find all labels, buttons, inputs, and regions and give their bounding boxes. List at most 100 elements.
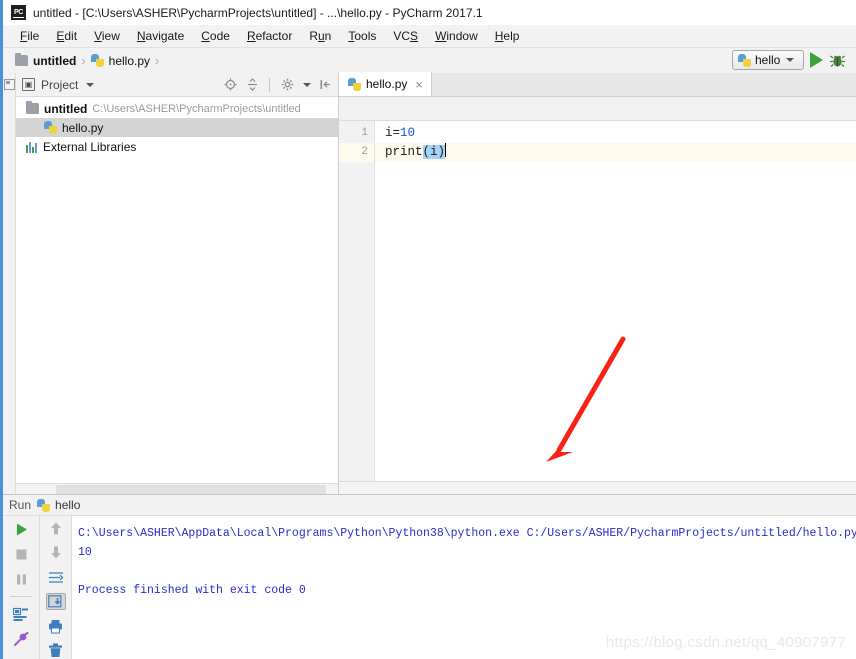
breadcrumb-project[interactable]: untitled (15, 53, 77, 68)
stop-button[interactable] (11, 545, 31, 563)
project-view-icon: ▣ (22, 78, 35, 91)
collapse-all-icon[interactable] (244, 77, 260, 93)
console-toggle-button[interactable] (11, 605, 31, 623)
python-file-icon (738, 53, 751, 67)
tree-item-hello-py[interactable]: hello.py (16, 118, 338, 137)
code-lines[interactable]: i=10 print(i) (375, 121, 856, 481)
debug-button[interactable] (829, 52, 846, 69)
toolbar-divider (269, 77, 270, 92)
code-line-2-prefix: print (385, 145, 423, 159)
console-exit-line: Process finished with exit code 0 (78, 584, 306, 597)
close-icon[interactable]: × (415, 77, 423, 92)
tree-item-external-libraries[interactable]: External Libraries (16, 137, 338, 156)
run-tab-bar: Run hello (3, 495, 856, 516)
python-file-icon (90, 54, 104, 67)
code-line-1-prefix: i= (385, 126, 401, 140)
menu-bar: File Edit View Navigate Code Refactor Ru… (3, 25, 856, 48)
project-panel-header: ▣ Project (16, 73, 338, 97)
clear-all-button[interactable] (46, 642, 66, 659)
hide-panel-icon[interactable] (317, 77, 333, 93)
text-caret (445, 143, 447, 157)
tree-item-project-root[interactable]: untitled C:\Users\ASHER\PycharmProjects\… (16, 99, 338, 118)
menu-item-view[interactable]: View (86, 27, 128, 45)
locate-file-icon[interactable] (222, 77, 238, 93)
breadcrumb-file-label: hello.py (108, 53, 151, 68)
folder-icon (26, 101, 39, 114)
project-tree: untitled C:\Users\ASHER\PycharmProjects\… (16, 97, 338, 483)
settings-gear-icon[interactable] (279, 77, 295, 93)
code-line-2[interactable]: print(i) (375, 143, 856, 162)
menu-item-vcs[interactable]: VCS (385, 27, 426, 45)
run-configuration-label: hello (755, 53, 781, 67)
code-line-1[interactable]: i=10 (375, 124, 856, 143)
project-stripe-icon[interactable] (4, 79, 15, 90)
chevron-down-icon (786, 58, 795, 62)
pause-button[interactable] (11, 570, 31, 588)
python-file-icon (37, 498, 51, 512)
python-file-icon (44, 121, 57, 134)
run-tab-hello[interactable]: hello (37, 498, 80, 512)
project-view-chevron-down-icon[interactable] (86, 82, 95, 87)
editor-area: hello.py × 1 2 i=10 print(i) (339, 72, 856, 494)
window-title: untitled - [C:\Users\ASHER\PycharmProjec… (33, 5, 483, 20)
libraries-icon (26, 141, 38, 153)
project-panel-title: Project (41, 77, 79, 92)
line-number: 1 (361, 127, 368, 139)
project-horizontal-scrollbar[interactable] (16, 483, 338, 494)
pycharm-window: PC untitled - [C:\Users\ASHER\PycharmPro… (0, 0, 856, 659)
python-file-icon (348, 77, 361, 91)
run-console-output[interactable]: C:\Users\ASHER\AppData\Local\Programs\Py… (72, 516, 856, 659)
menu-item-run[interactable]: Run (301, 27, 339, 45)
title-bar: PC untitled - [C:\Users\ASHER\PycharmPro… (3, 0, 856, 25)
soft-wrap-button[interactable] (46, 569, 66, 586)
run-configuration-selector[interactable]: hello (732, 50, 804, 70)
editor-gutter[interactable]: 1 2 (339, 121, 375, 481)
breadcrumb-file[interactable]: hello.py (90, 53, 151, 68)
scroll-down-button[interactable] (46, 544, 66, 561)
scrollbar-thumb[interactable] (56, 485, 326, 494)
code-line-2-selection: (i) (422, 145, 446, 159)
scroll-to-end-button[interactable] (45, 592, 66, 611)
tree-item-label: External Libraries (43, 139, 137, 154)
console-command-line: C:\Users\ASHER\AppData\Local\Programs\Py… (78, 527, 856, 540)
menu-item-tools[interactable]: Tools (340, 27, 384, 45)
menu-item-edit[interactable]: Edit (48, 27, 85, 45)
tree-item-label: untitled (44, 101, 88, 116)
run-toolbar: hello (732, 50, 846, 70)
menu-item-help[interactable]: Help (487, 27, 528, 45)
line-number: 2 (339, 143, 374, 162)
tree-item-label: hello.py (62, 120, 104, 135)
editor-breadcrumb-bar (339, 97, 856, 121)
menu-item-window[interactable]: Window (427, 27, 486, 45)
breadcrumb-separator: › (81, 53, 86, 68)
folder-icon (15, 53, 28, 66)
editor-horizontal-scrollbar[interactable] (339, 481, 856, 494)
tree-item-path: C:\Users\ASHER\PycharmProjects\untitled (92, 102, 301, 115)
gear-chevron-down-icon[interactable] (303, 82, 311, 87)
menu-item-code[interactable]: Code (193, 27, 238, 45)
code-editor[interactable]: 1 2 i=10 print(i) (339, 121, 856, 481)
print-button[interactable] (46, 617, 66, 634)
run-right-toolbar (40, 516, 72, 659)
project-tool-window: ▣ Project untitled C:\Users\ASHER\Pychar… (16, 73, 339, 494)
editor-tab-hello-py[interactable]: hello.py × (339, 72, 432, 96)
breadcrumb-project-label: untitled (33, 53, 77, 68)
scroll-up-button[interactable] (46, 520, 66, 537)
toolbar-divider (10, 596, 32, 597)
menu-item-file[interactable]: File (12, 27, 47, 45)
work-area: ▣ Project untitled C:\Users\ASHER\Pychar… (3, 72, 856, 494)
run-window-body: C:\Users\ASHER\AppData\Local\Programs\Py… (3, 516, 856, 659)
run-left-toolbar (3, 516, 40, 659)
pin-tab-button[interactable] (11, 630, 31, 648)
editor-tab-strip: hello.py × (339, 72, 856, 97)
menu-item-refactor[interactable]: Refactor (239, 27, 300, 45)
run-tool-window: Run hello C:\Users\ASHER\AppData\Local\P… (3, 494, 856, 659)
pycharm-logo-icon: PC (11, 5, 26, 20)
run-button[interactable] (810, 52, 823, 68)
rerun-button[interactable] (11, 520, 31, 538)
editor-tab-label: hello.py (366, 77, 408, 91)
run-window-label: Run (9, 498, 32, 512)
breadcrumb-separator-2: › (155, 53, 160, 68)
menu-item-navigate[interactable]: Navigate (129, 27, 192, 45)
